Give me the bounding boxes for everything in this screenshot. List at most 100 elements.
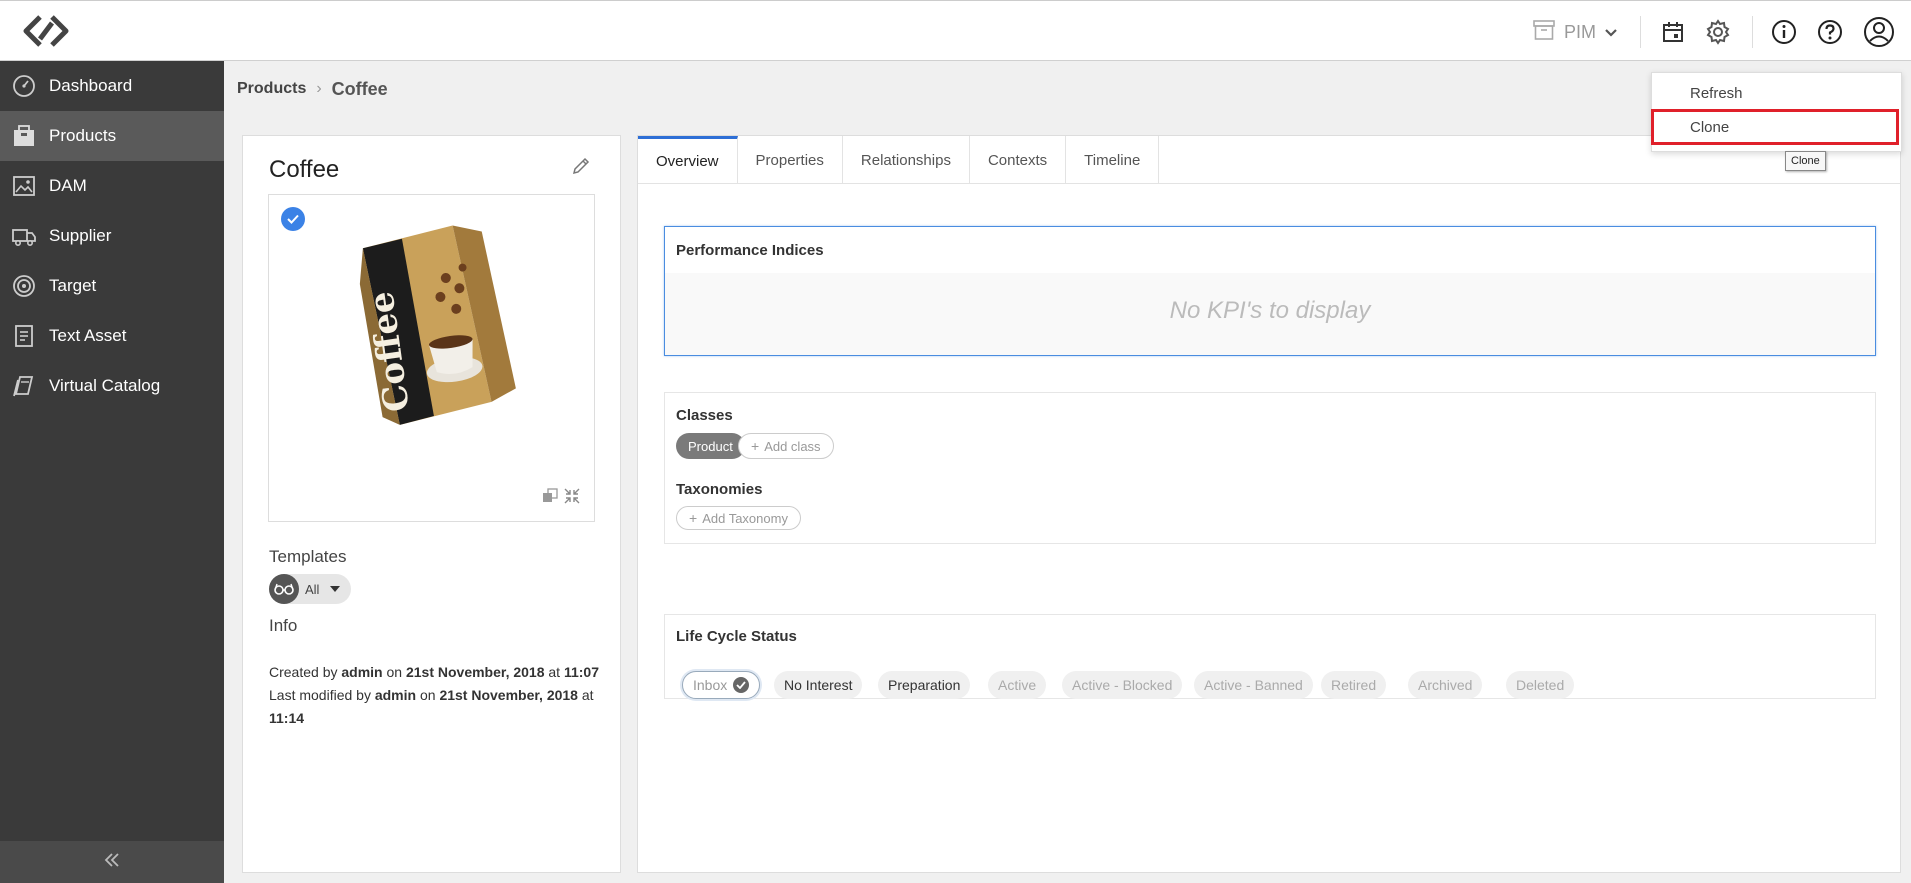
add-class-label: Add class — [764, 438, 821, 454]
created-date: 21st November, 2018 — [405, 664, 545, 680]
image-icon — [11, 174, 37, 198]
document-icon — [11, 324, 37, 348]
kpi-empty-message: No KPI's to display — [1169, 297, 1371, 324]
help-icon[interactable] — [1815, 17, 1845, 47]
lifecycle-status-label: Inbox — [693, 677, 728, 693]
double-chevron-left-icon — [103, 852, 121, 873]
target-icon — [11, 274, 37, 298]
sidebar-item-target[interactable]: Target — [0, 261, 224, 311]
menu-item-clone[interactable]: Clone — [1651, 109, 1899, 145]
plus-icon: + — [751, 438, 760, 454]
performance-indices-title: Performance Indices — [676, 242, 824, 259]
created-info: Created by admin on 21st November, 2018 … — [269, 661, 599, 684]
replace-image-icon[interactable] — [541, 487, 561, 507]
performance-indices-header: Performance Indices — [665, 227, 1875, 273]
app-switcher-label: PIM — [1564, 21, 1597, 42]
lifecycle-status-inbox[interactable]: Inbox — [682, 671, 761, 699]
add-class-button[interactable]: + Add class — [738, 433, 834, 459]
user-avatar-icon[interactable] — [1862, 15, 1896, 49]
products-icon — [11, 124, 37, 148]
chevron-down-icon — [1604, 22, 1618, 43]
dashboard-icon — [11, 74, 37, 98]
taxonomies-title: Taxonomies — [676, 481, 763, 498]
app-logo-icon[interactable] — [22, 13, 70, 49]
classes-title: Classes — [676, 407, 733, 424]
tab-properties[interactable]: Properties — [738, 136, 843, 184]
product-image-box: Coffee — [268, 194, 595, 522]
tab-relationships[interactable]: Relationships — [843, 136, 970, 184]
catalog-icon — [11, 374, 37, 398]
lifecycle-status-preparation[interactable]: Preparation — [878, 671, 971, 699]
created-by-user: admin — [341, 664, 383, 680]
sidebar-item-dashboard[interactable]: Dashboard — [0, 61, 224, 111]
classes-taxonomies-panel: Classes Product + Add class Taxonomies +… — [664, 392, 1876, 544]
product-image: Coffee — [359, 225, 516, 425]
gear-icon[interactable] — [1703, 17, 1733, 47]
sidebar-item-text-asset[interactable]: Text Asset — [0, 311, 224, 361]
archive-icon — [1532, 19, 1556, 46]
pencil-icon[interactable] — [571, 156, 595, 180]
check-circle-icon — [733, 677, 750, 693]
tab-timeline[interactable]: Timeline — [1066, 136, 1160, 184]
clone-tooltip: Clone — [1785, 151, 1826, 171]
breadcrumb-products-link[interactable]: Products — [237, 80, 306, 98]
created-on-word: on — [386, 664, 403, 680]
sidebar-item-label: Dashboard — [49, 76, 133, 95]
calendar-icon[interactable] — [1658, 17, 1688, 47]
performance-indices-panel: Performance Indices No KPI's to display — [664, 226, 1876, 356]
caret-down-icon — [329, 580, 341, 598]
add-taxonomy-button[interactable]: + Add Taxonomy — [676, 506, 801, 530]
sidebar-item-label: Target — [49, 276, 97, 295]
plus-icon: + — [689, 510, 698, 526]
modified-time: 11:14 — [269, 710, 305, 726]
info-icon[interactable] — [1769, 17, 1799, 47]
templates-select-value: All — [305, 581, 320, 597]
templates-label: Templates — [269, 547, 347, 566]
lifecycle-status-retired[interactable]: Retired — [1321, 671, 1387, 699]
tab-overview[interactable]: Overview — [638, 136, 738, 184]
sidebar-item-label: Text Asset — [49, 326, 127, 345]
top-bar: PIM — [0, 0, 1911, 61]
sidebar-item-label: Products — [49, 126, 117, 145]
lifecycle-status-archived[interactable]: Archived — [1408, 671, 1483, 699]
performance-indices-body: No KPI's to display — [665, 273, 1875, 355]
product-summary-card: Coffee Coffee Templates All Info Created… — [242, 135, 621, 873]
info-label: Info — [269, 616, 298, 635]
sidebar-item-label: Virtual Catalog — [49, 376, 161, 395]
glasses-icon — [269, 574, 299, 604]
app-switcher[interactable]: PIM — [1532, 19, 1618, 45]
product-title: Coffee — [269, 156, 340, 183]
breadcrumb-current: Coffee — [331, 78, 388, 99]
tab-contexts[interactable]: Contexts — [970, 136, 1067, 184]
breadcrumb-separator-icon: › — [316, 80, 322, 97]
lifecycle-status-active[interactable]: Active — [988, 671, 1047, 699]
created-at-word: at — [548, 664, 561, 680]
lifecycle-status-active-blocked[interactable]: Active - Blocked — [1062, 671, 1183, 699]
class-tag-product[interactable]: Product — [676, 433, 745, 459]
sidebar-item-label: Supplier — [49, 226, 112, 245]
modified-by-user: admin — [374, 687, 417, 703]
actions-dropdown-menu: Refresh Clone — [1651, 72, 1902, 152]
lifecycle-status-deleted[interactable]: Deleted — [1506, 671, 1575, 699]
topbar-divider — [1752, 16, 1753, 48]
created-prefix: Created by — [269, 664, 338, 680]
modified-at-word: at — [581, 687, 594, 703]
sidebar-item-label: DAM — [49, 176, 87, 195]
add-taxonomy-label: Add Taxonomy — [702, 510, 788, 526]
lifecycle-status-title: Life Cycle Status — [676, 628, 797, 645]
collapse-arrows-icon[interactable] — [563, 487, 583, 507]
lifecycle-status-no-interest[interactable]: No Interest — [774, 671, 863, 699]
menu-item-refresh[interactable]: Refresh — [1652, 75, 1903, 111]
templates-select[interactable]: All — [269, 574, 351, 604]
sidebar-item-supplier[interactable]: Supplier — [0, 211, 224, 261]
created-time: 11:07 — [563, 664, 600, 680]
product-info: Created by admin on 21st November, 2018 … — [269, 661, 599, 730]
modified-prefix: Last modified by — [269, 687, 371, 703]
modified-date: 21st November, 2018 — [439, 687, 578, 703]
lifecycle-status-active-banned[interactable]: Active - Banned — [1194, 671, 1313, 699]
sidebar-item-virtual-catalog[interactable]: Virtual Catalog — [0, 361, 224, 411]
sidebar-item-dam[interactable]: DAM — [0, 161, 224, 211]
sidebar-collapse-button[interactable] — [0, 841, 224, 883]
sidebar-item-products[interactable]: Products — [0, 111, 224, 161]
topbar-divider — [1640, 16, 1641, 48]
